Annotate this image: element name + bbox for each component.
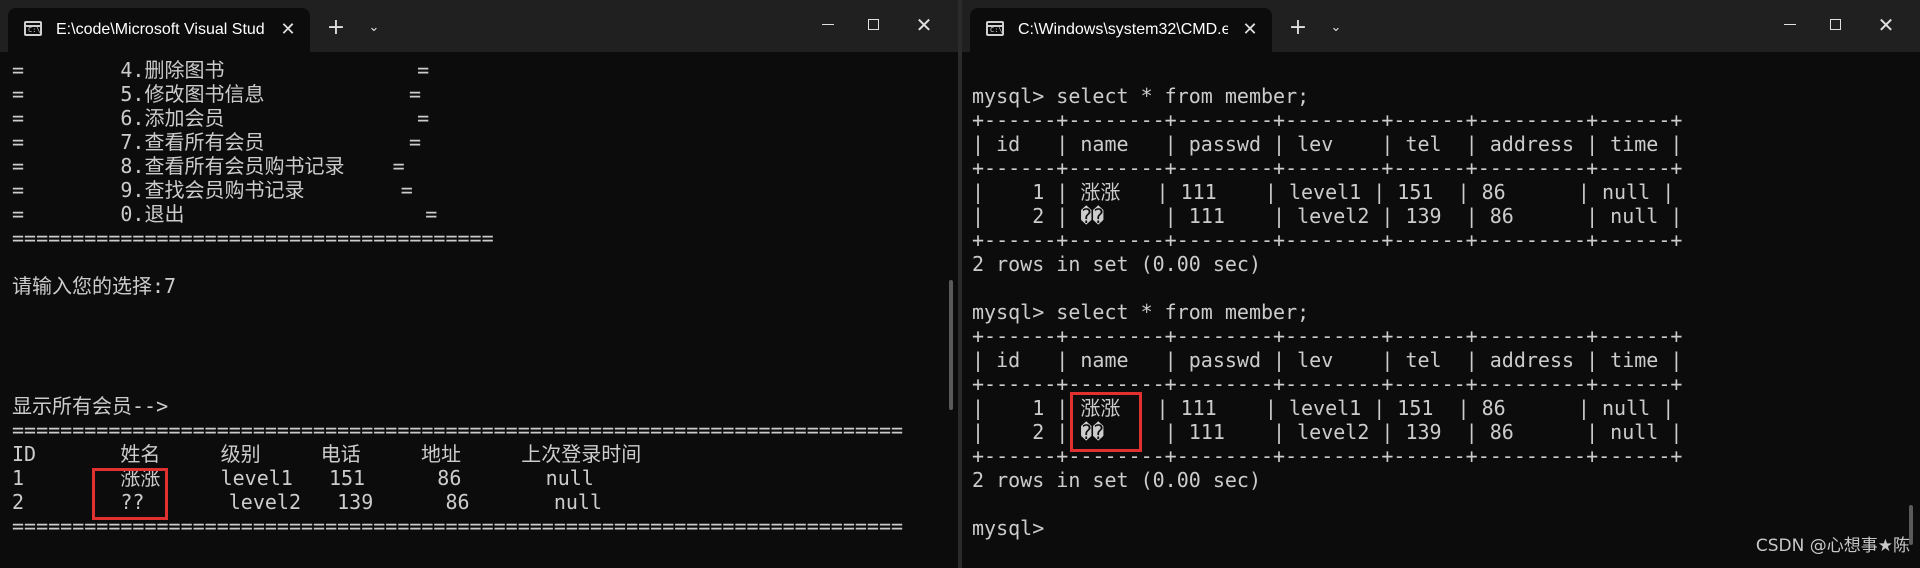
console-line: = 9.查找会员购书记录 = (12, 178, 413, 202)
right-terminal-window: C:\ C:\Windows\system32\CMD.e ✕ + ⌄ ✕ my… (962, 0, 1920, 568)
minimize-button[interactable] (1770, 6, 1810, 44)
tab-vs-console[interactable]: C:\ E:\code\Microsoft Visual Stud ✕ (8, 8, 310, 52)
console-line: ID 姓名 级别 电话 地址 上次登录时间 (12, 442, 642, 466)
watermark: CSDN @心想事★陈 (1755, 536, 1910, 556)
tab-cmd[interactable]: C:\ C:\Windows\system32\CMD.e ✕ (970, 8, 1272, 52)
console-line: = 0.退出 = (12, 202, 438, 226)
maximize-button[interactable] (854, 6, 894, 44)
console-line: | id | name | passwd | lev | tel | addre… (972, 348, 1683, 372)
console-line: 请输入您的选择:7 (12, 274, 177, 298)
scrollbar[interactable] (949, 280, 953, 410)
tab-close-icon[interactable]: ✕ (276, 18, 300, 42)
console-line: | 2 | �� | 111 | level2 | 139 | 86 | nul… (972, 204, 1683, 228)
console-line: = 4.删除图书 = (12, 58, 430, 82)
console-line: +------+--------+--------+--------+-----… (972, 156, 1683, 180)
console-line: | id | name | passwd | lev | tel | addre… (972, 132, 1683, 156)
left-terminal-window: C:\ E:\code\Microsoft Visual Stud ✕ + ⌄ … (0, 0, 958, 568)
terminal-icon: C:\ (986, 21, 1004, 36)
new-tab-button[interactable]: + (322, 14, 350, 42)
tab-title: C:\Windows\system32\CMD.e (1018, 21, 1228, 38)
tab-close-icon[interactable]: ✕ (1238, 18, 1262, 42)
name-highlight-box (92, 468, 168, 520)
terminal-icon: C:\ (24, 21, 42, 36)
minimize-button[interactable] (808, 6, 848, 44)
console-line: = 7.查看所有会员 = (12, 130, 421, 154)
console-line: | 1 | 涨涨 | 111 | level1 | 151 | 86 | nul… (972, 180, 1675, 204)
console-line: 2 rows in set (0.00 sec) (972, 468, 1261, 492)
console-output[interactable]: mysql> select * from member; +------+----… (972, 84, 1900, 568)
console-line: ========================================… (12, 418, 904, 442)
console-line: +------+--------+--------+--------+-----… (972, 108, 1683, 132)
console-line: = 6.添加会员 = (12, 106, 430, 130)
console-line: = 8.查看所有会员购书记录 = (12, 154, 405, 178)
close-button[interactable]: ✕ (1866, 6, 1906, 44)
console-line: +------+--------+--------+--------+-----… (972, 324, 1683, 348)
console-line: +------+--------+--------+--------+-----… (972, 228, 1683, 252)
console-line: 显示所有会员--> (12, 394, 169, 418)
maximize-button[interactable] (1816, 6, 1856, 44)
title-bar: C:\ E:\code\Microsoft Visual Stud ✕ + ⌄ … (0, 0, 958, 52)
console-line: ======================================== (12, 226, 494, 250)
tab-dropdown-button[interactable]: ⌄ (1322, 14, 1350, 42)
name-highlight-box (1070, 392, 1142, 452)
title-bar: C:\ C:\Windows\system32\CMD.e ✕ + ⌄ ✕ (962, 0, 1920, 52)
console-line: = 5.修改图书信息 = (12, 82, 421, 106)
console-line: mysql> select * from member; (972, 84, 1310, 108)
console-line: mysql> select * from member; (972, 300, 1310, 324)
tab-title: E:\code\Microsoft Visual Stud (56, 21, 265, 38)
close-button[interactable]: ✕ (904, 6, 944, 44)
tab-dropdown-button[interactable]: ⌄ (360, 14, 388, 42)
console-line: 2 rows in set (0.00 sec) (972, 252, 1261, 276)
new-tab-button[interactable]: + (1284, 14, 1312, 42)
